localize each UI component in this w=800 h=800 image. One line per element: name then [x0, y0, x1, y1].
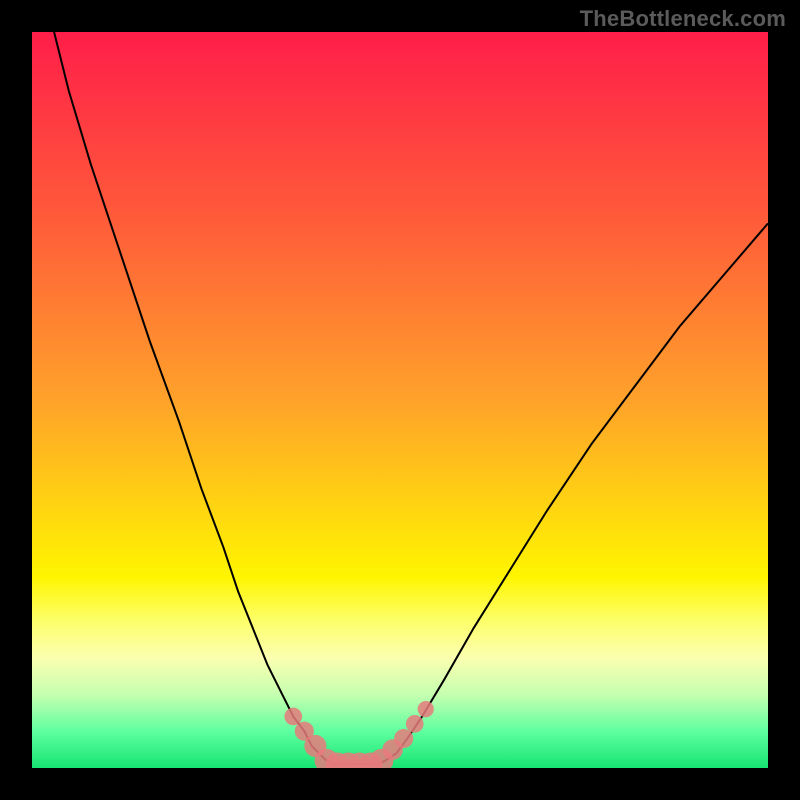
curve-marker — [284, 708, 302, 726]
curve-marker — [394, 729, 413, 748]
curve-marker — [406, 715, 424, 733]
curve-marker — [418, 701, 434, 717]
plot-area — [32, 32, 768, 768]
curve-svg — [32, 32, 768, 768]
marker-group — [284, 701, 433, 768]
watermark-text: TheBottleneck.com — [580, 6, 786, 32]
chart-stage: TheBottleneck.com — [0, 0, 800, 800]
bottleneck-curve — [54, 32, 768, 764]
